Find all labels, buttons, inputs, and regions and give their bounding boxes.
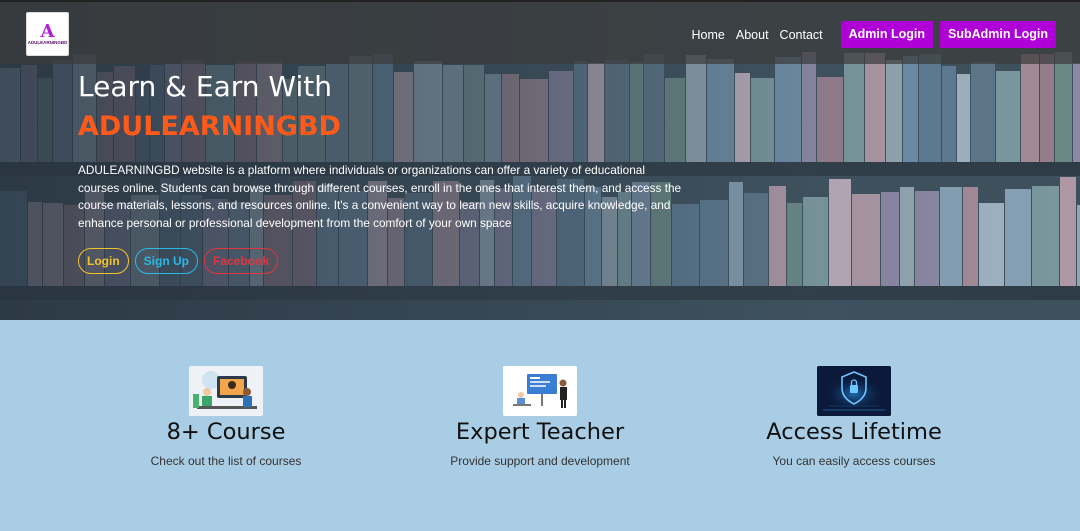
teacher-icon [503, 366, 577, 416]
hero-description: ADULEARNINGBD website is a platform wher… [78, 163, 682, 230]
feature-subtitle: Check out the list of courses [150, 454, 302, 468]
feature-lifetime: Access Lifetime You can easily access co… [704, 366, 1004, 468]
logo-mark-icon: A [40, 20, 55, 42]
signup-button[interactable]: Sign Up [134, 248, 198, 274]
security-lock-icon [817, 366, 891, 416]
nav-home[interactable]: Home [692, 28, 725, 42]
feature-title: 8+ Course [166, 419, 286, 445]
feature-title: Access Lifetime [766, 419, 942, 445]
nav-about[interactable]: About [736, 28, 769, 42]
facebook-button[interactable]: Facebook [203, 248, 278, 274]
feature-courses: 8+ Course Check out the list of courses [76, 366, 376, 468]
nav-contact[interactable]: Contact [780, 28, 823, 42]
feature-subtitle: You can easily access courses [772, 454, 936, 468]
admin-login-button[interactable]: Admin Login [840, 21, 934, 48]
nav-links: Home About Contact Admin Login SubAdmin … [692, 21, 1056, 48]
hero-title: Learn & Earn With [78, 70, 332, 103]
hero-actions: Login Sign Up Facebook [78, 248, 284, 274]
subadmin-login-button[interactable]: SubAdmin Login [940, 21, 1056, 48]
hero-brand: ADULEARNINGBD [78, 111, 341, 142]
feature-title: Expert Teacher [455, 419, 625, 445]
site-logo[interactable]: A ADULEARNINGBD [26, 12, 69, 56]
online-class-icon [189, 366, 263, 416]
features-section: 8+ Course Check out the list of courses … [0, 320, 1080, 531]
navbar: A ADULEARNINGBD Home About Contact Admin… [0, 0, 1080, 64]
feature-subtitle: Provide support and development [450, 454, 630, 468]
logo-text: ADULEARNINGBD [27, 39, 68, 45]
feature-teacher: Expert Teacher Provide support and devel… [390, 366, 690, 468]
login-button[interactable]: Login [78, 248, 129, 274]
